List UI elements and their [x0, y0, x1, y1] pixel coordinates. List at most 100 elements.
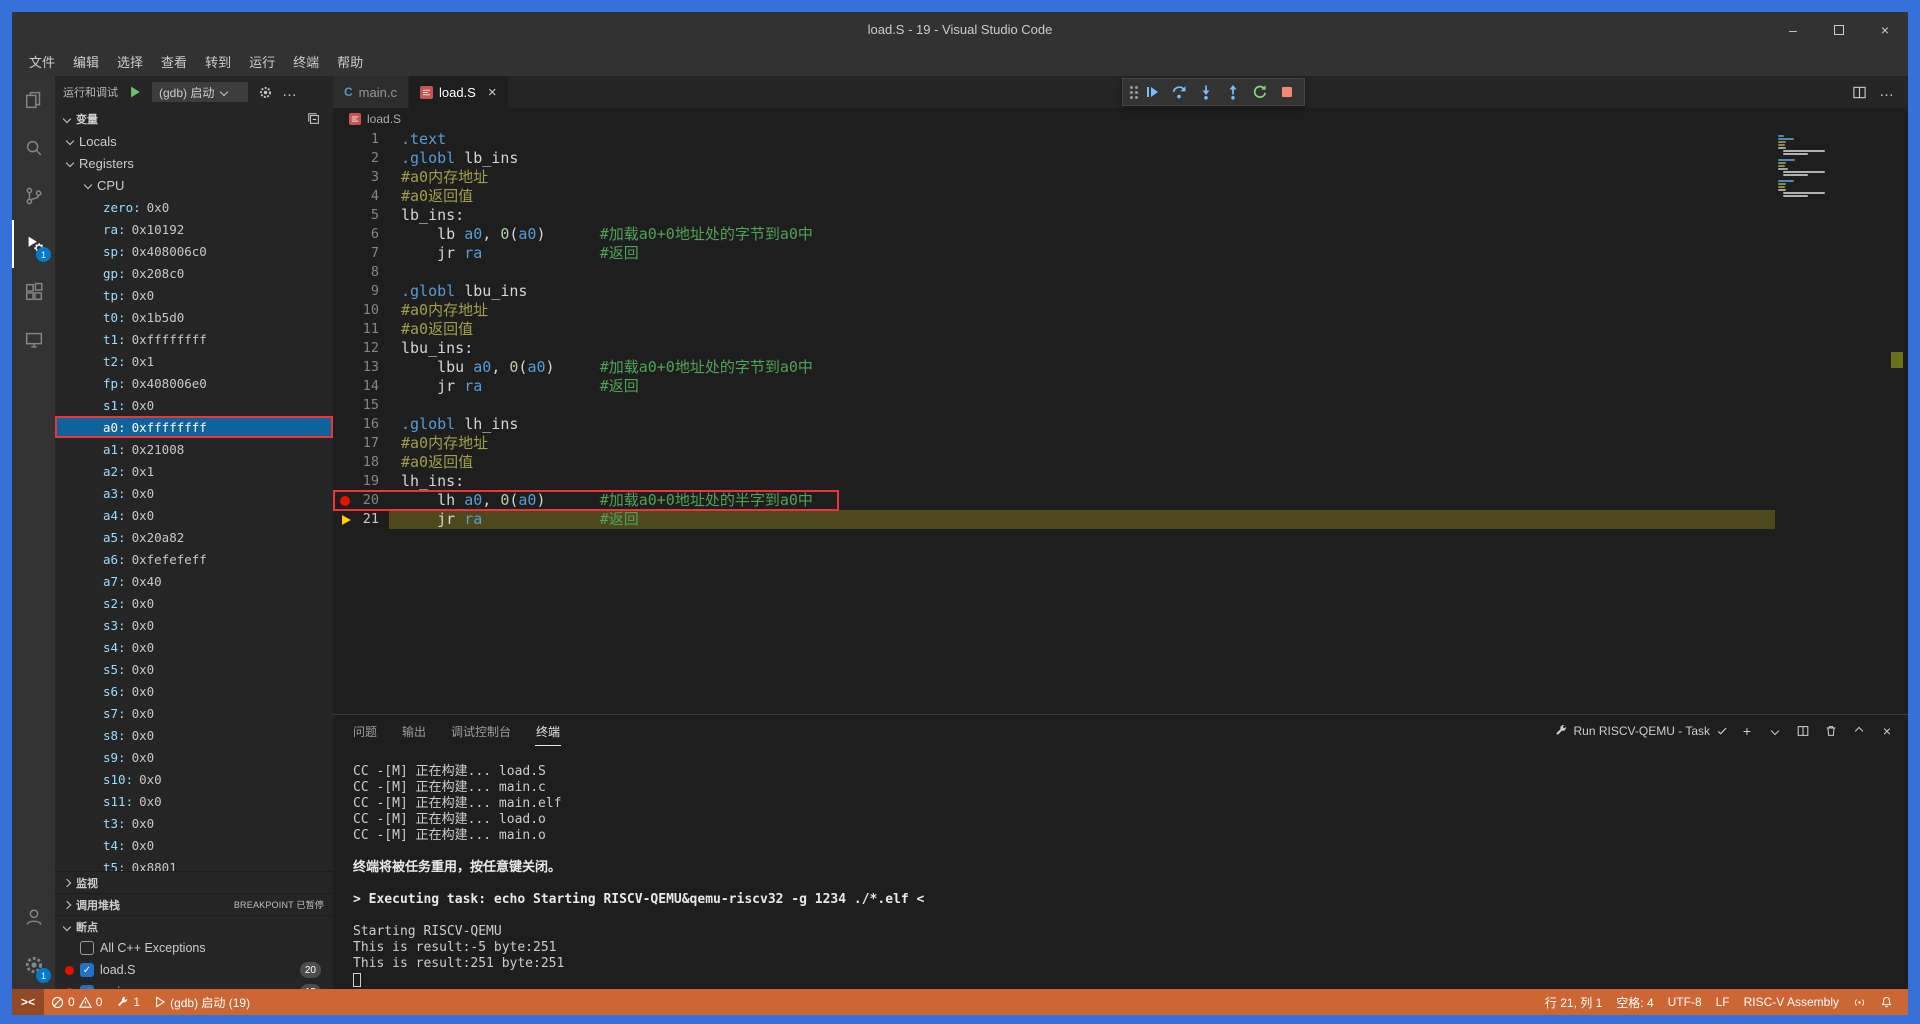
code-line-20[interactable]: 20 lh a0, 0(a0) #加载a0+0地址处的半字到a0中	[333, 491, 1908, 510]
breakpoint-item[interactable]: ✓main.c15	[55, 981, 333, 989]
register-row-tp[interactable]: tp:0x0	[55, 284, 333, 306]
menu-item-2[interactable]: 选择	[108, 49, 152, 74]
feedback-icon[interactable]	[1846, 989, 1873, 1015]
step-into-button[interactable]	[1193, 80, 1218, 104]
encoding[interactable]: UTF-8	[1661, 989, 1709, 1015]
eol-sequence[interactable]: LF	[1709, 989, 1737, 1015]
code-line-13[interactable]: 13 lbu a0, 0(a0) #加载a0+0地址处的字节到a0中	[333, 358, 1908, 377]
register-row-t2[interactable]: t2:0x1	[55, 350, 333, 372]
register-row-s2[interactable]: s2:0x0	[55, 592, 333, 614]
code-line-5[interactable]: 5lb_ins:	[333, 206, 1908, 225]
register-row-a0[interactable]: a0:0xffffffff	[55, 416, 333, 438]
close-button[interactable]: ×	[1862, 12, 1908, 47]
register-row-ra[interactable]: ra:0x10192	[55, 218, 333, 240]
search-icon[interactable]	[12, 124, 55, 172]
register-row-s9[interactable]: s9:0x0	[55, 746, 333, 768]
maximize-button[interactable]	[1816, 12, 1862, 47]
gutter-marker[interactable]	[340, 472, 358, 491]
gutter-marker[interactable]	[340, 510, 358, 529]
gutter-marker[interactable]	[340, 434, 358, 453]
extensions-icon[interactable]	[12, 268, 55, 316]
more-actions-icon[interactable]: …	[282, 87, 297, 97]
continue-button[interactable]	[1139, 80, 1164, 104]
code-line-1[interactable]: 1.text	[333, 130, 1908, 149]
breadcrumb[interactable]: load.S	[333, 108, 1908, 130]
close-panel-icon[interactable]: ×	[1878, 722, 1896, 740]
minimize-button[interactable]: –	[1770, 12, 1816, 47]
register-row-s7[interactable]: s7:0x0	[55, 702, 333, 724]
menu-item-0[interactable]: 文件	[20, 49, 64, 74]
register-row-s11[interactable]: s11:0x0	[55, 790, 333, 812]
problems-indicator[interactable]: 0 0	[44, 989, 109, 1015]
source-control-icon[interactable]	[12, 172, 55, 220]
stop-button[interactable]	[1274, 80, 1299, 104]
gutter-marker[interactable]	[340, 263, 358, 282]
register-row-a5[interactable]: a5:0x20a82	[55, 526, 333, 548]
gutter-marker[interactable]	[340, 358, 358, 377]
breakpoint-icon[interactable]	[340, 496, 350, 506]
indentation[interactable]: 空格: 4	[1609, 989, 1660, 1015]
menu-item-3[interactable]: 查看	[152, 49, 196, 74]
cursor-position[interactable]: 行 21, 列 1	[1538, 989, 1609, 1015]
new-terminal-icon[interactable]: +	[1738, 722, 1756, 740]
restart-button[interactable]	[1247, 80, 1272, 104]
gutter-marker[interactable]	[340, 491, 358, 510]
register-row-sp[interactable]: sp:0x408006c0	[55, 240, 333, 262]
menu-item-7[interactable]: 帮助	[328, 49, 372, 74]
gutter-marker[interactable]	[340, 396, 358, 415]
code-line-4[interactable]: 4#a0返回值	[333, 187, 1908, 206]
step-out-button[interactable]	[1220, 80, 1245, 104]
code-line-17[interactable]: 17#a0内存地址	[333, 434, 1908, 453]
breakpoint-checkbox[interactable]: ✓	[80, 963, 94, 977]
register-row-a4[interactable]: a4:0x0	[55, 504, 333, 526]
code-line-8[interactable]: 8	[333, 263, 1908, 282]
register-row-t0[interactable]: t0:0x1b5d0	[55, 306, 333, 328]
gutter-marker[interactable]	[340, 377, 358, 396]
menu-item-6[interactable]: 终端	[284, 49, 328, 74]
watch-section-header[interactable]: 监视	[55, 871, 333, 893]
register-row-s6[interactable]: s6:0x0	[55, 680, 333, 702]
code-line-19[interactable]: 19lh_ins:	[333, 472, 1908, 491]
call-stack-section-header[interactable]: 调用堆栈 BREAKPOINT 已暂停	[55, 893, 333, 915]
register-row-a3[interactable]: a3:0x0	[55, 482, 333, 504]
step-over-button[interactable]	[1166, 80, 1191, 104]
start-debug-button[interactable]	[125, 82, 145, 102]
register-row-fp[interactable]: fp:0x408006e0	[55, 372, 333, 394]
gutter-marker[interactable]	[340, 282, 358, 301]
launch-config-dropdown[interactable]: (gdb) 启动	[152, 82, 248, 102]
gutter-marker[interactable]	[340, 415, 358, 434]
gutter-marker[interactable]	[340, 320, 358, 339]
kill-terminal-icon[interactable]	[1822, 722, 1840, 740]
notifications-bell-icon[interactable]	[1873, 989, 1900, 1015]
gutter-marker[interactable]	[340, 301, 358, 320]
register-row-t4[interactable]: t4:0x0	[55, 834, 333, 856]
gutter-marker[interactable]	[340, 130, 358, 149]
register-row-gp[interactable]: gp:0x208c0	[55, 262, 333, 284]
tasks-indicator[interactable]: 1	[109, 989, 147, 1015]
tab-main-c[interactable]: C main.c	[333, 76, 409, 108]
maximize-panel-icon[interactable]	[1850, 722, 1868, 740]
code-line-2[interactable]: 2.globl lb_ins	[333, 149, 1908, 168]
terminal-dropdown-icon[interactable]	[1766, 722, 1784, 740]
settings-gear-icon[interactable]: 1	[12, 941, 55, 989]
gutter-marker[interactable]	[340, 187, 358, 206]
menu-item-4[interactable]: 转到	[196, 49, 240, 74]
register-row-a2[interactable]: a2:0x1	[55, 460, 333, 482]
code-line-9[interactable]: 9.globl lbu_ins	[333, 282, 1908, 301]
run-and-debug-icon[interactable]: 1	[12, 220, 55, 268]
gutter-marker[interactable]	[340, 244, 358, 263]
scope-cpu[interactable]: CPU	[55, 174, 333, 196]
collapse-all-icon[interactable]	[304, 109, 324, 129]
panel-tab-3[interactable]: 终端	[535, 716, 561, 746]
remote-indicator[interactable]: ><	[12, 989, 44, 1015]
menu-item-1[interactable]: 编辑	[64, 49, 108, 74]
variables-tree[interactable]: LocalsRegistersCPUzero:0x0ra:0x10192sp:0…	[55, 130, 333, 871]
scope-registers[interactable]: Registers	[55, 152, 333, 174]
register-row-a1[interactable]: a1:0x21008	[55, 438, 333, 460]
register-row-s8[interactable]: s8:0x0	[55, 724, 333, 746]
menu-item-5[interactable]: 运行	[240, 49, 284, 74]
code-line-21[interactable]: 21 jr ra #返回	[333, 510, 1908, 529]
gutter-marker[interactable]	[340, 339, 358, 358]
split-editor-icon[interactable]	[1852, 85, 1867, 100]
gutter-marker[interactable]	[340, 453, 358, 472]
